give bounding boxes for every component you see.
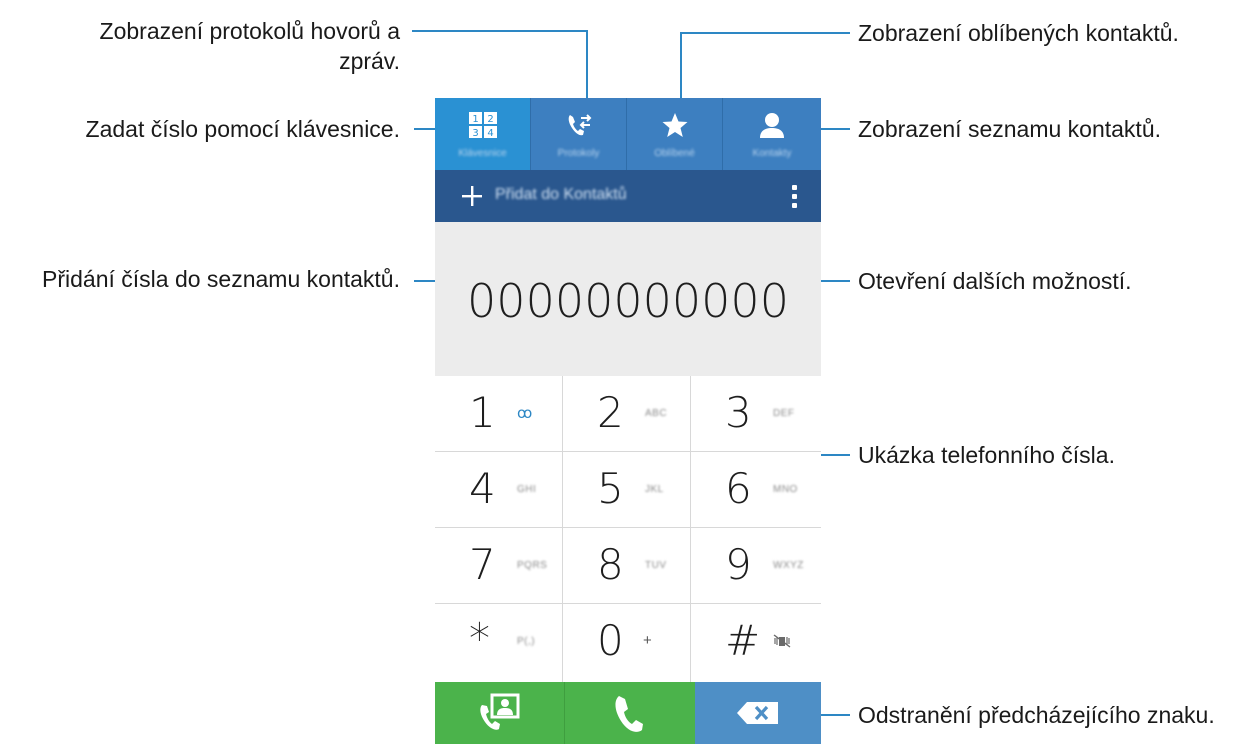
annotation-contacts: Zobrazení seznamu kontaktů. <box>858 116 1161 142</box>
annotation-number-preview: Ukázka telefonního čísla. <box>858 442 1115 468</box>
annotation-add-contact: Přidání čísla do seznamu kontaktů. <box>42 266 400 292</box>
action-bar: Přidat do Kontaktů <box>435 170 821 222</box>
key-letters: + <box>643 632 653 649</box>
key-letters: ABC <box>645 408 668 419</box>
key-3[interactable]: 3 DEF <box>691 376 821 452</box>
more-options-dot <box>791 193 797 199</box>
key-letters: PQRS <box>517 560 548 571</box>
key-letters: DEF <box>773 408 795 419</box>
key-digit: 5 <box>597 464 624 513</box>
svg-text:3: 3 <box>472 128 478 139</box>
key-letters: JKL <box>645 484 664 495</box>
key-letters: P(,) <box>517 636 536 647</box>
phone-screen: 1 2 3 4 Klávesnice Protokoly Oblíbené Ko… <box>435 98 821 744</box>
key-9[interactable]: 9 WXYZ <box>691 528 821 604</box>
call-button[interactable] <box>565 682 695 744</box>
star-icon <box>627 110 722 140</box>
key-letters: TUV <box>645 560 667 571</box>
key-digit: 0 <box>597 616 624 665</box>
tab-bar: 1 2 3 4 Klávesnice Protokoly Oblíbené Ko… <box>435 98 821 170</box>
key-letters: WXYZ <box>773 560 804 571</box>
key-digit: 2 <box>597 388 624 437</box>
key-6[interactable]: 6 MNO <box>691 452 821 528</box>
key-digit: 3 <box>725 388 752 437</box>
number-display: 00000000000 <box>435 222 821 376</box>
more-options-button[interactable] <box>779 180 809 212</box>
key-digit: 4 <box>469 464 496 513</box>
tab-call-logs-label: Protokoly <box>557 148 600 159</box>
tab-favorites[interactable]: Oblíbené <box>627 98 723 170</box>
backspace-icon <box>737 702 778 724</box>
leader-logs-h <box>412 30 588 32</box>
annotation-favorites: Zobrazení oblíbených kontaktů. <box>858 20 1179 46</box>
vibrate-mute-icon <box>773 634 791 648</box>
dial-keypad: 1 ꝏ 2 ABC 3 DEF 4 GHI 5 JKL 6 MNO 7 PQRS… <box>435 376 821 682</box>
tab-contacts-label: Kontakty <box>752 148 792 159</box>
key-digit: 7 <box>469 540 496 589</box>
key-2[interactable]: 2 ABC <box>563 376 691 452</box>
keypad-icon: 1 2 3 4 <box>435 110 530 140</box>
annotation-delete: Odstranění předcházejícího znaku. <box>858 702 1215 728</box>
key-7[interactable]: 7 PQRS <box>435 528 563 604</box>
annotation-more-options: Otevření dalších možností. <box>858 268 1132 294</box>
tab-keypad-label: Klávesnice <box>458 148 507 159</box>
annotation-logs-line2: zpráv. <box>339 48 400 74</box>
key-digit: 9 <box>725 540 752 589</box>
phone-number: 00000000000 <box>467 274 789 328</box>
key-8[interactable]: 8 TUV <box>563 528 691 604</box>
video-call-button[interactable] <box>435 682 565 744</box>
annotation-keypad: Zadat číslo pomocí klávesnice. <box>85 116 400 142</box>
plus-icon <box>462 186 482 206</box>
tab-keypad[interactable]: 1 2 3 4 Klávesnice <box>435 98 531 170</box>
key-4[interactable]: 4 GHI <box>435 452 563 528</box>
annotation-logs: Zobrazení protokolů hovorů a zpráv. <box>100 16 400 76</box>
delete-button[interactable] <box>695 682 821 744</box>
svg-text:2: 2 <box>487 114 493 125</box>
tab-call-logs[interactable]: Protokoly <box>531 98 627 170</box>
contact-call-icon <box>479 693 519 730</box>
leader-fav-h <box>680 32 850 34</box>
tab-favorites-label: Oblíbené <box>654 148 695 159</box>
more-options-dot <box>791 184 797 190</box>
key-hash[interactable]: # <box>691 604 821 682</box>
more-options-dot <box>791 202 797 208</box>
tab-contacts[interactable]: Kontakty <box>723 98 821 170</box>
phone-icon <box>615 696 643 732</box>
key-5[interactable]: 5 JKL <box>563 452 691 528</box>
annotation-logs-line1: Zobrazení protokolů hovorů a <box>99 18 400 44</box>
key-digit: 8 <box>597 540 624 589</box>
key-digit: 6 <box>725 464 752 513</box>
bottom-action-bar <box>435 682 821 744</box>
key-1[interactable]: 1 ꝏ <box>435 376 563 452</box>
svg-text:1: 1 <box>472 114 478 125</box>
key-star[interactable]: * P(,) <box>435 604 563 682</box>
key-letters: GHI <box>517 484 537 495</box>
add-contact-button[interactable] <box>455 178 489 214</box>
key-digit: # <box>725 616 761 665</box>
key-letters: MNO <box>773 484 798 495</box>
call-log-icon <box>531 110 626 140</box>
key-digit: * <box>469 614 490 663</box>
key-digit: 1 <box>469 388 496 437</box>
key-0[interactable]: 0 + <box>563 604 691 682</box>
voicemail-icon: ꝏ <box>517 405 533 422</box>
svg-text:4: 4 <box>487 128 493 139</box>
add-contact-label[interactable]: Přidat do Kontaktů <box>495 186 627 204</box>
person-icon <box>723 110 821 140</box>
